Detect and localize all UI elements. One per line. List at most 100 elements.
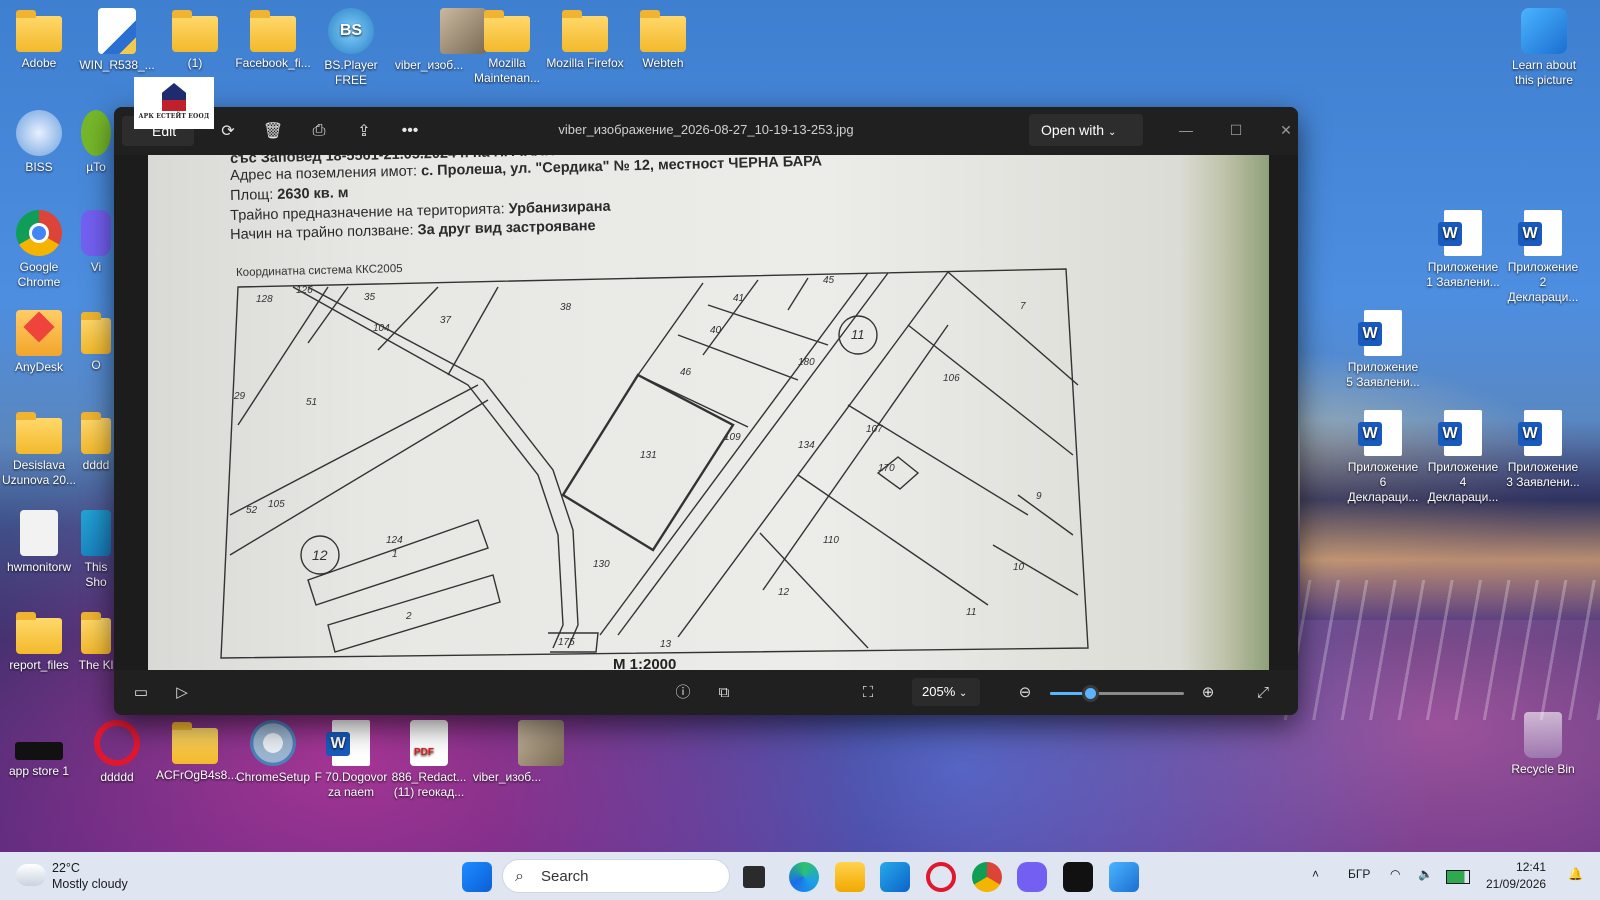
desktop-icon-viber-image[interactable]: viber_изоб... [390, 8, 486, 73]
anydesk-icon [16, 310, 62, 356]
desktop-icon-win-file[interactable]: WIN_R538_... [78, 8, 156, 73]
language-indicator[interactable]: БГР [1348, 867, 1370, 881]
desktop-icon-prilozhenie-1[interactable]: Приложение 1 Заявлени... [1424, 210, 1502, 290]
photos-window[interactable]: Edit ⟳ 🗑 ⎙ ⇪ ••• viber_изображение_2026-… [114, 107, 1298, 715]
parcel-label: 131 [640, 450, 657, 461]
desktop-icon-chromesetup[interactable]: ChromeSetup [234, 720, 312, 785]
desktop-icon-this-shortcut[interactable]: This Sho [78, 510, 114, 590]
parcel-label: 134 [798, 440, 815, 451]
desktop-icon-prilozhenie-2[interactable]: Приложение 2 Деклараци... [1504, 210, 1582, 305]
parcel-label: 180 [798, 357, 815, 368]
photos-icon[interactable] [1109, 862, 1139, 892]
chevron-up-icon[interactable]: ˄ [1312, 867, 1319, 881]
chevron-down-icon: ⌄ [1107, 127, 1117, 138]
open-with-button[interactable]: Open with ⌄ [1029, 114, 1143, 146]
gear-file-icon [20, 510, 58, 556]
desktop-icon-app-store[interactable]: app store 1 [0, 720, 78, 779]
info-icon[interactable]: ⓘ [670, 680, 696, 706]
zoom-out-icon[interactable]: ⊖ [1012, 680, 1038, 706]
desktop-icon-o[interactable]: O [78, 310, 114, 373]
volume-icon[interactable]: 🔈 [1418, 867, 1433, 881]
minimize-button[interactable]: — [1164, 117, 1208, 143]
folder-icon [250, 10, 296, 52]
notification-bell-icon[interactable]: 🔔 [1568, 867, 1583, 881]
folder-icon [484, 10, 530, 52]
file-explorer-icon[interactable] [835, 862, 865, 892]
parcel-label: 41 [733, 293, 744, 304]
desktop-icon-prilozhenie-4[interactable]: Приложение 4 Деклараци... [1424, 410, 1502, 505]
task-view-icon[interactable] [743, 866, 765, 888]
image-canvas[interactable]: със Заповед 18-5561-21.05.2024 г. на НАЧ… [114, 155, 1298, 670]
zoom-slider[interactable] [1050, 685, 1184, 702]
wallpaper-boardwalk-lights [1280, 580, 1600, 720]
close-button[interactable]: ✕ [1264, 117, 1298, 143]
parcel-label: 175 [558, 637, 575, 648]
word-icon [1438, 210, 1482, 256]
scan-text-icon[interactable]: ⧉ [711, 680, 737, 706]
desktop-icon-ddddd[interactable]: ddddd [78, 720, 156, 785]
fit-to-window-icon[interactable]: ⛶ [855, 680, 881, 706]
parcel-label: 104 [373, 323, 390, 334]
desktop-icon-utorrent[interactable]: µTo [78, 110, 114, 175]
opera-icon[interactable] [926, 862, 956, 892]
desktop-icon-mozilla-maintenance[interactable]: Mozilla Maintenan... [468, 8, 546, 86]
displayed-photo: със Заповед 18-5561-21.05.2024 г. на НАЧ… [148, 155, 1269, 670]
fullscreen-icon[interactable]: ⤢ [1250, 680, 1276, 706]
biss-icon [16, 110, 62, 156]
edge-icon[interactable] [789, 862, 819, 892]
folder-icon [562, 10, 608, 52]
parcel-label: 126 [296, 285, 313, 296]
weather-widget[interactable]: 22°C Mostly cloudy [52, 860, 128, 892]
affinity-icon[interactable] [1063, 862, 1093, 892]
parcel-label: 51 [306, 397, 317, 408]
zoom-in-icon[interactable]: ⊕ [1195, 680, 1221, 706]
parcel-label: 124 [386, 535, 403, 546]
photos-toolbar: Edit ⟳ 🗑 ⎙ ⇪ ••• viber_изображение_2026-… [114, 107, 1298, 155]
viber-icon[interactable] [1017, 862, 1047, 892]
desktop-icon-mozilla-firefox[interactable]: Mozilla Firefox [546, 8, 624, 71]
setup-icon [250, 720, 296, 766]
filmstrip-icon[interactable]: ▭ [128, 680, 154, 706]
folder-icon [81, 412, 111, 454]
desktop-icon-the-kl[interactable]: The Kl [78, 610, 114, 673]
chrome-icon[interactable] [972, 862, 1002, 892]
desktop-icon-prilozhenie-3[interactable]: Приложение 3 Заявлени... [1504, 410, 1582, 490]
wifi-icon[interactable]: ◠ [1390, 867, 1400, 881]
highlighted-parcel-131 [561, 373, 735, 552]
desktop-icon-folder-1[interactable]: (1) [156, 8, 234, 71]
desktop-icon-webteh[interactable]: Webteh [624, 8, 702, 71]
zoom-slider-thumb[interactable] [1082, 685, 1100, 702]
outlook-icon[interactable] [880, 862, 910, 892]
desktop-icon-viber[interactable]: Vi [78, 210, 114, 275]
desktop-icon-anydesk[interactable]: AnyDesk [0, 310, 78, 375]
desktop-icon-dogovor[interactable]: F 70.Dogovor za naem [312, 720, 390, 800]
desktop-icon-adobe[interactable]: Adobe [0, 8, 78, 71]
zoom-level-select[interactable]: 205% ⌄ [912, 678, 980, 706]
desktop-icon-learn-picture[interactable]: Learn about this picture [1504, 8, 1584, 88]
desktop-icon-prilozhenie-6[interactable]: Приложение 6 Деклараци... [1344, 410, 1422, 505]
parcel-label: 105 [268, 499, 285, 510]
desktop-icon-desislava[interactable]: Desislava Uzunova 20... [0, 410, 78, 488]
word-icon [326, 720, 370, 766]
desktop-icon-recycle-bin[interactable]: Recycle Bin [1504, 712, 1582, 777]
desktop-icon-viber-image-2[interactable]: viber_изоб... [468, 720, 564, 785]
desktop-icon-hwmonitor[interactable]: hwmonitorw [0, 510, 78, 575]
viber-icon [81, 210, 111, 256]
desktop-icon-bsplayer[interactable]: BS BS.Player FREE [312, 8, 390, 88]
start-icon[interactable] [462, 862, 492, 892]
desktop-icon-google-chrome[interactable]: Google Chrome [0, 210, 78, 290]
desktop-icon-dddd[interactable]: dddd [78, 410, 114, 473]
battery-icon[interactable] [1446, 870, 1470, 884]
parcel-label: 7 [1020, 301, 1026, 312]
slideshow-icon[interactable]: ▷ [169, 680, 195, 706]
maximize-button[interactable]: ☐ [1214, 117, 1258, 143]
search-box[interactable]: ⌕ Search [502, 859, 730, 893]
desktop-icon-report-files[interactable]: report_files [0, 610, 78, 673]
desktop-icon-facebook-files[interactable]: Facebook_fi... [234, 8, 312, 71]
system-clock[interactable]: 12:41 21/09/2026 [1486, 859, 1546, 893]
desktop-icon-prilozhenie-5[interactable]: Приложение 5 Заявлени... [1344, 310, 1422, 390]
desktop-icon-acfrog[interactable]: ACFrOgB4s8... [156, 720, 237, 783]
desktop-icon-biss[interactable]: BISS [0, 110, 78, 175]
desktop-icon-pdf-redact[interactable]: 886_Redact... (11) геокад... [390, 720, 468, 800]
appstore-icon [15, 742, 63, 760]
